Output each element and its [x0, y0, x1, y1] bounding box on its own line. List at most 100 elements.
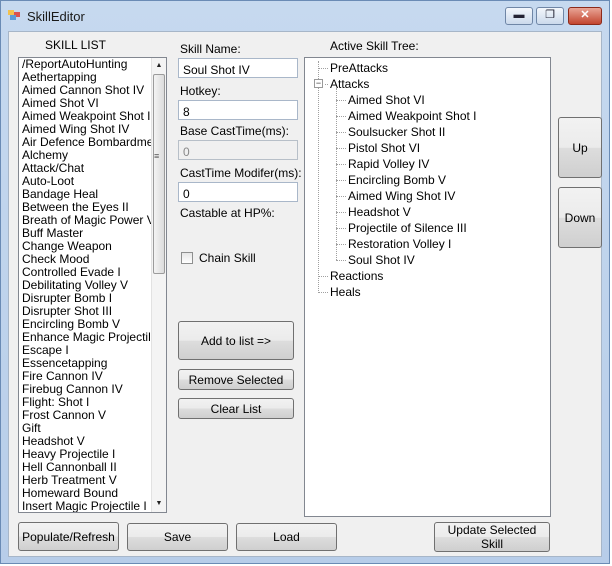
tree-connector	[336, 148, 346, 149]
skill-list-item[interactable]: Attack/Chat	[19, 162, 166, 175]
skill-list-item[interactable]: Hell Cannonball II	[19, 461, 166, 474]
tree-node[interactable]: Restoration Volley I	[348, 237, 451, 251]
skill-list-item[interactable]: Headshot V	[19, 435, 166, 448]
tree-connector	[336, 260, 346, 261]
skill-list-item[interactable]: Check Mood	[19, 253, 166, 266]
skill-list-item[interactable]: Fire Cannon IV	[19, 370, 166, 383]
skill-list-item[interactable]: Between the Eyes II	[19, 201, 166, 214]
skill-list-item[interactable]: Bandage Heal	[19, 188, 166, 201]
skill-list-item[interactable]: Buff Master	[19, 227, 166, 240]
skill-list-item[interactable]: /ReportAutoHunting	[19, 58, 166, 71]
add-to-list-button[interactable]: Add to list =>	[178, 321, 294, 360]
tree-node[interactable]: Aimed Weakpoint Shot I	[348, 109, 477, 123]
chain-skill-checkbox[interactable]	[181, 252, 193, 264]
move-up-button[interactable]: Up	[558, 117, 602, 178]
window-title: SkillEditor	[27, 9, 85, 24]
collapse-attacks-icon[interactable]: −	[314, 79, 323, 88]
tree-node[interactable]: Soul Shot IV	[348, 253, 415, 267]
load-button[interactable]: Load	[236, 523, 337, 551]
tree-connector	[336, 180, 346, 181]
skill-list-item[interactable]: Aimed Shot VI	[19, 97, 166, 110]
hotkey-input[interactable]	[178, 100, 298, 120]
skill-list-item[interactable]: Auto-Loot	[19, 175, 166, 188]
title-bar[interactable]: SkillEditor ▬ ❐ ✕	[1, 1, 609, 31]
tree-connector	[325, 84, 328, 85]
save-button[interactable]: Save	[127, 523, 228, 551]
tree-node[interactable]: Pistol Shot VI	[348, 141, 420, 155]
tree-node[interactable]: PreAttacks	[330, 61, 388, 75]
skill-list-item[interactable]: Controlled Evade I	[19, 266, 166, 279]
active-skill-tree-label: Active Skill Tree:	[330, 39, 419, 53]
skill-list-item[interactable]: Herb Treatment V	[19, 474, 166, 487]
skill-list-item[interactable]: Alchemy	[19, 149, 166, 162]
tree-node[interactable]: Soulsucker Shot II	[348, 125, 445, 139]
skill-list-item[interactable]: Insert Magic Projectile I	[19, 500, 166, 512]
tree-connector	[336, 116, 346, 117]
move-down-button[interactable]: Down	[558, 187, 602, 248]
skill-list-item[interactable]: Frost Cannon V	[19, 409, 166, 422]
tree-node[interactable]: Heals	[330, 285, 361, 299]
skill-list-item[interactable]: Encircling Bomb V	[19, 318, 166, 331]
skill-list-item[interactable]: Debilitating Volley V	[19, 279, 166, 292]
skill-list-item[interactable]: Firebug Cannon IV	[19, 383, 166, 396]
skill-list-item[interactable]: Enhance Magic Projectile I	[19, 331, 166, 344]
skill-editor-window: SkillEditor ▬ ❐ ✕ SKILL LIST /ReportAuto…	[0, 0, 610, 564]
skill-list-item[interactable]: Aethertapping	[19, 71, 166, 84]
clear-list-button[interactable]: Clear List	[178, 398, 294, 419]
skill-list-item[interactable]: Homeward Bound	[19, 487, 166, 500]
close-icon: ✕	[580, 9, 590, 21]
skill-list-item[interactable]: Aimed Wing Shot IV	[19, 123, 166, 136]
tree-connector	[336, 244, 346, 245]
client-area: SKILL LIST /ReportAutoHunting Aethertappi…	[8, 31, 602, 557]
skill-list-item[interactable]: Change Weapon	[19, 240, 166, 253]
scroll-thumb[interactable]	[153, 74, 165, 274]
remove-selected-button[interactable]: Remove Selected	[178, 369, 294, 390]
skill-list-item[interactable]: Heavy Projectile I	[19, 448, 166, 461]
skill-list-scrollbar[interactable]: ▲ ≡ ▼	[151, 58, 166, 512]
tree-connector	[318, 292, 328, 293]
skill-list-item[interactable]: Aimed Weakpoint Shot I	[19, 110, 166, 123]
tree-node[interactable]: Encircling Bomb V	[348, 173, 446, 187]
tree-node[interactable]: Headshot V	[348, 205, 411, 219]
skill-list-item[interactable]: Escape I	[19, 344, 166, 357]
tree-connector	[318, 276, 328, 277]
skill-list-item[interactable]: Breath of Magic Power V	[19, 214, 166, 227]
tree-connector	[336, 228, 346, 229]
scroll-down-arrow-icon[interactable]: ▼	[152, 497, 166, 511]
update-selected-skill-button[interactable]: Update Selected Skill	[434, 522, 550, 552]
maximize-button[interactable]: ❐	[536, 7, 564, 25]
skill-list-item[interactable]: Gift	[19, 422, 166, 435]
tree-node[interactable]: Aimed Wing Shot IV	[348, 189, 455, 203]
skill-listbox[interactable]: /ReportAutoHunting Aethertapping Aimed Can…	[18, 57, 167, 513]
hotkey-label: Hotkey:	[180, 84, 221, 98]
cast-time-modifier-label: CastTime Modifer(ms):	[180, 166, 302, 180]
active-skill-tree[interactable]: PreAttacks Attacks Aimed Shot VI Aimed Weak…	[304, 57, 551, 517]
scroll-grip-icon: ≡	[154, 151, 160, 161]
skill-list-item[interactable]: Air Defence Bombardment	[19, 136, 166, 149]
tree-node[interactable]: Rapid Volley IV	[348, 157, 429, 171]
tree-attacks-line	[336, 88, 337, 260]
cast-time-modifier-input[interactable]	[178, 182, 298, 202]
tree-node[interactable]: Reactions	[330, 269, 383, 283]
tree-connector	[336, 212, 346, 213]
scroll-up-arrow-icon[interactable]: ▲	[152, 59, 166, 73]
tree-connector	[318, 68, 328, 69]
tree-connector	[336, 196, 346, 197]
skill-list-item[interactable]: Disrupter Bomb I	[19, 292, 166, 305]
skill-list-item[interactable]: Essencetapping	[19, 357, 166, 370]
skill-name-input[interactable]	[178, 58, 298, 78]
chain-skill-label[interactable]: Chain Skill	[199, 251, 256, 265]
minimize-button[interactable]: ▬	[505, 7, 533, 25]
skill-list-item[interactable]: Disrupter Shot III	[19, 305, 166, 318]
populate-refresh-button[interactable]: Populate/Refresh	[18, 522, 119, 551]
tree-node[interactable]: Aimed Shot VI	[348, 93, 425, 107]
skill-list-items: /ReportAutoHunting Aethertapping Aimed Can…	[19, 58, 166, 512]
tree-connector	[336, 164, 346, 165]
skill-list-item[interactable]: Aimed Cannon Shot IV	[19, 84, 166, 97]
maximize-icon: ❐	[545, 9, 555, 21]
tree-node[interactable]: Attacks	[330, 77, 369, 91]
tree-node[interactable]: Projectile of Silence III	[348, 221, 467, 235]
close-button[interactable]: ✕	[568, 7, 602, 25]
skill-name-label: Skill Name:	[180, 42, 241, 56]
skill-list-item[interactable]: Flight: Shot I	[19, 396, 166, 409]
